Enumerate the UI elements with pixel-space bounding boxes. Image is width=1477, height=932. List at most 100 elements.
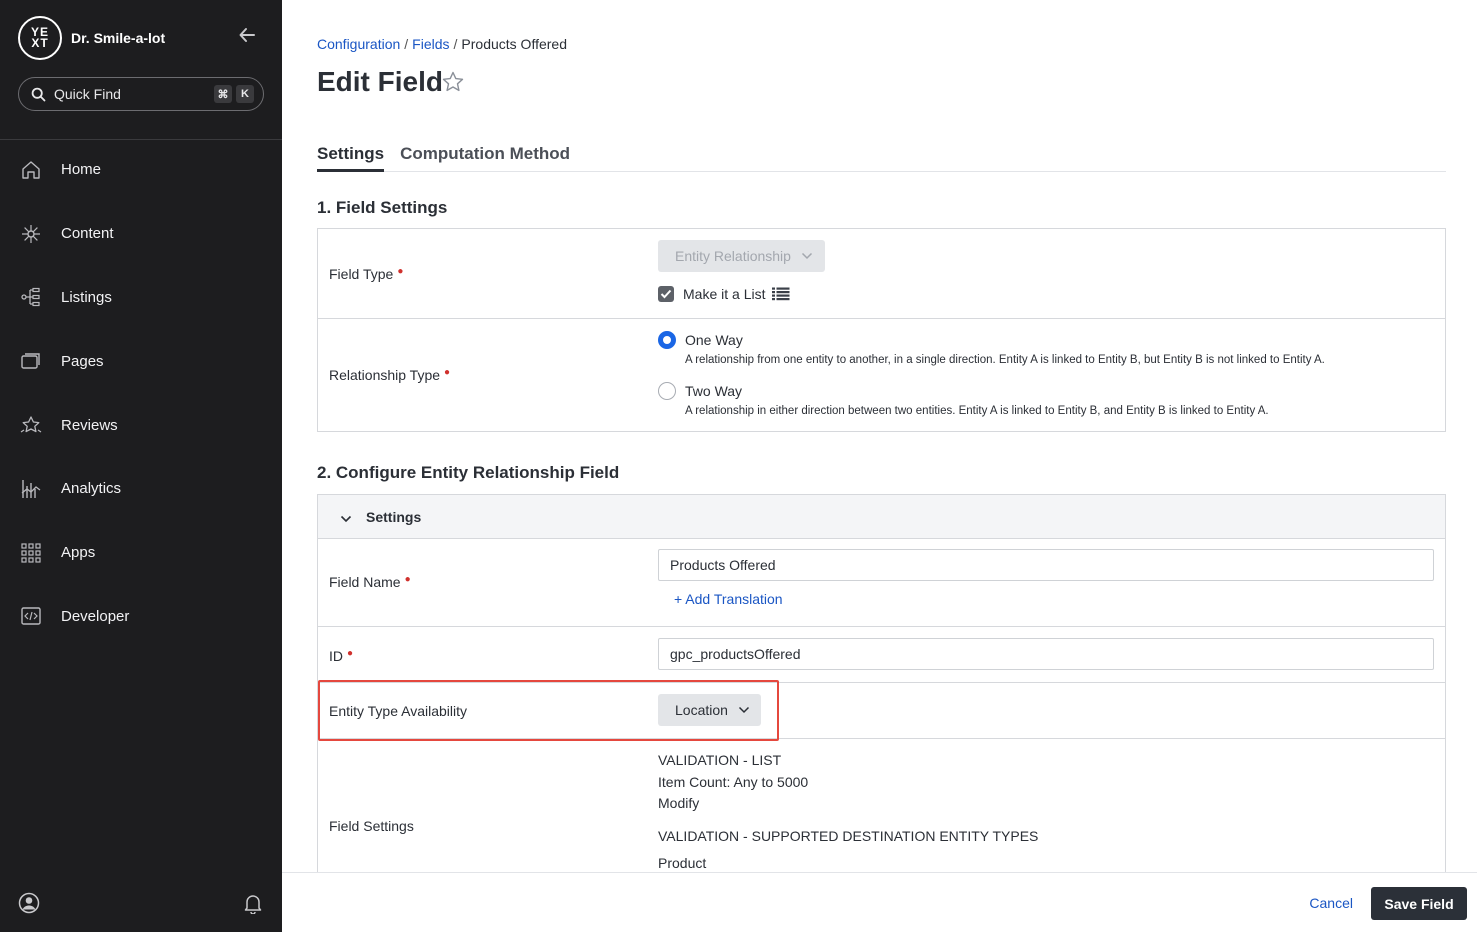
- two-way-title: Two Way: [685, 383, 743, 399]
- quick-find-label: Quick Find: [54, 86, 121, 102]
- required-indicator: ●: [397, 266, 404, 277]
- save-field-button[interactable]: Save Field: [1371, 887, 1467, 920]
- logo-text-bottom: XT: [31, 36, 49, 50]
- one-way-option: One Way A relationship from one entity t…: [658, 331, 1325, 366]
- relationship-type-label: Relationship Type ●: [329, 367, 450, 383]
- settings-subheader-label: Settings: [366, 509, 422, 525]
- id-label: ID ●: [329, 648, 353, 664]
- id-label-text: ID: [329, 648, 343, 664]
- breadcrumb-configuration-link[interactable]: Configuration: [317, 36, 400, 52]
- favorite-star-icon[interactable]: [441, 70, 465, 94]
- field-name-label: Field Name ●: [329, 574, 411, 590]
- id-input[interactable]: gpc_productsOffered: [658, 638, 1434, 670]
- pages-icon: [19, 349, 43, 373]
- make-list-checkbox[interactable]: [658, 286, 674, 302]
- chevron-down-icon: [738, 706, 750, 714]
- field-settings-label: Field Settings: [329, 818, 414, 834]
- two-way-option: Two Way A relationship in either directi…: [658, 382, 1269, 417]
- required-indicator: ●: [444, 367, 451, 378]
- one-way-radio[interactable]: [658, 331, 676, 349]
- sidebar-item-label: Content: [61, 225, 114, 243]
- field-type-value: Entity Relationship: [675, 248, 791, 264]
- sidebar-item-label: Pages: [61, 352, 104, 370]
- sidebar-item-listings[interactable]: Listings: [0, 266, 282, 330]
- sidebar-item-home[interactable]: Home: [0, 138, 282, 202]
- field-name-input[interactable]: Products Offered: [658, 549, 1434, 581]
- home-icon: [19, 158, 43, 182]
- sidebar-item-developer[interactable]: Developer: [0, 585, 282, 649]
- sidebar-item-analytics[interactable]: Analytics: [0, 457, 282, 521]
- id-row: ID ● gpc_productsOffered: [318, 627, 1445, 683]
- content-icon: [19, 222, 43, 246]
- field-type-select: Entity Relationship: [658, 240, 825, 272]
- collapse-sidebar-button[interactable]: [236, 26, 258, 48]
- search-icon: [28, 84, 48, 104]
- chevron-down-icon: [340, 510, 352, 528]
- one-way-title: One Way: [685, 332, 743, 348]
- sidebar-item-apps[interactable]: Apps: [0, 521, 282, 585]
- relationship-type-label-text: Relationship Type: [329, 367, 441, 383]
- breadcrumb-fields-link[interactable]: Fields: [412, 36, 449, 52]
- modify-link[interactable]: Modify: [658, 795, 699, 811]
- sidebar-item-label: Listings: [61, 288, 112, 306]
- configure-panel: Settings Field Name ● Products Offered + …: [317, 494, 1446, 872]
- page-title: Edit Field: [317, 66, 443, 97]
- shortcut-cmd-key: ⌘: [214, 85, 232, 103]
- sidebar-item-label: Analytics: [61, 480, 122, 498]
- field-name-row: Field Name ● Products Offered + Add Trans…: [318, 539, 1445, 627]
- shortcut-k-key: K: [236, 85, 254, 103]
- yext-logo[interactable]: YE XT: [18, 16, 62, 60]
- required-indicator: ●: [347, 648, 354, 659]
- sidebar-item-label: Reviews: [61, 416, 118, 434]
- sidebar-item-pages[interactable]: Pages: [0, 329, 282, 393]
- reviews-icon: [19, 413, 43, 437]
- make-list-option: Make it a List: [658, 286, 790, 302]
- field-type-label: Field Type ●: [329, 266, 403, 282]
- listings-icon: [19, 285, 43, 309]
- account-name[interactable]: Dr. Smile-a-lot: [71, 30, 165, 46]
- settings-subheader[interactable]: Settings: [318, 495, 1445, 539]
- cancel-button[interactable]: Cancel: [1309, 895, 1353, 911]
- bell-icon[interactable]: [242, 892, 264, 915]
- breadcrumb-separator: /: [404, 36, 409, 52]
- sidebar-nav: Home Content Listings Pages Reviews Anal…: [0, 138, 282, 648]
- arrow-left-icon: [239, 28, 255, 42]
- sidebar-item-label: Developer: [61, 607, 130, 625]
- tab-settings[interactable]: Settings: [317, 144, 385, 172]
- app-root: YE XT Dr. Smile-a-lot Quick Find ⌘ K Home…: [0, 0, 1477, 932]
- user-avatar-icon[interactable]: [18, 892, 40, 914]
- one-way-description: A relationship from one entity to anothe…: [685, 354, 1325, 366]
- sidebar-item-reviews[interactable]: Reviews: [0, 393, 282, 457]
- section-field-settings-title: 1. Field Settings: [317, 198, 448, 217]
- footer-bar: Cancel Save Field: [282, 872, 1477, 932]
- validation-list-heading: VALIDATION - LIST: [658, 752, 782, 768]
- apps-icon: [19, 541, 43, 565]
- entity-type-availability-row: Entity Type Availability Location: [318, 683, 1445, 739]
- brand: YE XT Dr. Smile-a-lot: [18, 16, 165, 60]
- developer-icon: [19, 604, 43, 628]
- sidebar-item-content[interactable]: Content: [0, 202, 282, 266]
- field-type-label-text: Field Type: [329, 266, 394, 282]
- entity-type-availability-label: Entity Type Availability: [329, 703, 468, 719]
- section-configure-title: 2. Configure Entity Relationship Field: [317, 463, 620, 482]
- sidebar-item-label: Apps: [61, 544, 96, 562]
- relationship-type-row: Relationship Type ● One Way A relationshi…: [318, 319, 1445, 431]
- entity-type-availability-select[interactable]: Location: [658, 694, 761, 726]
- breadcrumb-separator: /: [453, 36, 458, 52]
- tab-computation-method[interactable]: Computation Method: [400, 144, 570, 172]
- list-icon: [772, 287, 790, 301]
- item-count-text: Item Count: Any to 5000: [658, 774, 809, 790]
- destination-entity-type: Product: [658, 855, 707, 871]
- sidebar: YE XT Dr. Smile-a-lot Quick Find ⌘ K Home…: [0, 0, 282, 932]
- field-name-label-text: Field Name: [329, 574, 401, 590]
- quick-find-input[interactable]: Quick Find ⌘ K: [18, 77, 264, 111]
- tab-bar: Settings Computation Method: [317, 144, 1446, 172]
- add-translation-link[interactable]: + Add Translation: [674, 591, 783, 607]
- field-settings-row: Field Settings VALIDATION - LIST Item Co…: [318, 739, 1445, 872]
- two-way-radio[interactable]: [658, 382, 676, 400]
- analytics-icon: [19, 477, 43, 501]
- breadcrumb: Configuration / Fields / Products Offered: [317, 36, 567, 52]
- make-list-label: Make it a List: [683, 286, 766, 302]
- entity-type-availability-value: Location: [675, 702, 728, 718]
- chevron-down-icon: [801, 252, 813, 260]
